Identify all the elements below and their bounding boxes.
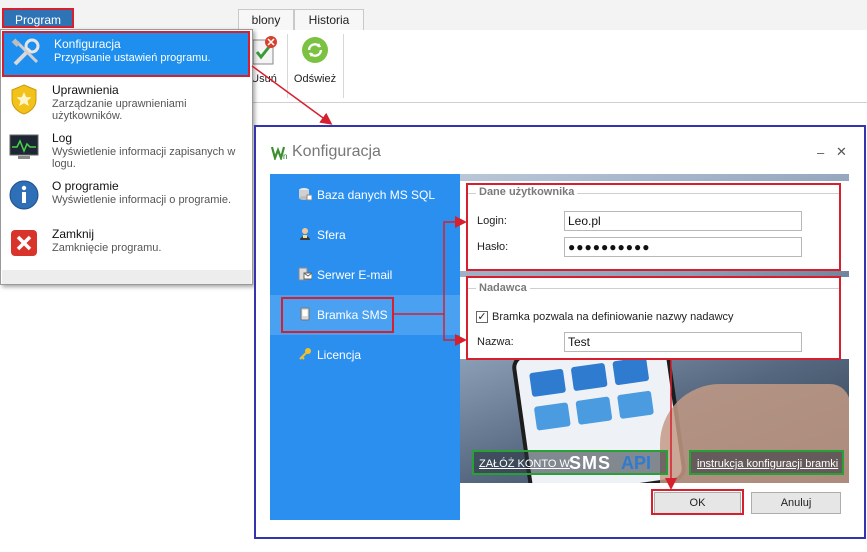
arrow-nav-to-sender [443,314,467,346]
annotation-arrows [251,65,677,490]
arrow-nav-to-user-data [394,216,467,315]
arrow-menu-to-dialog [251,65,333,125]
